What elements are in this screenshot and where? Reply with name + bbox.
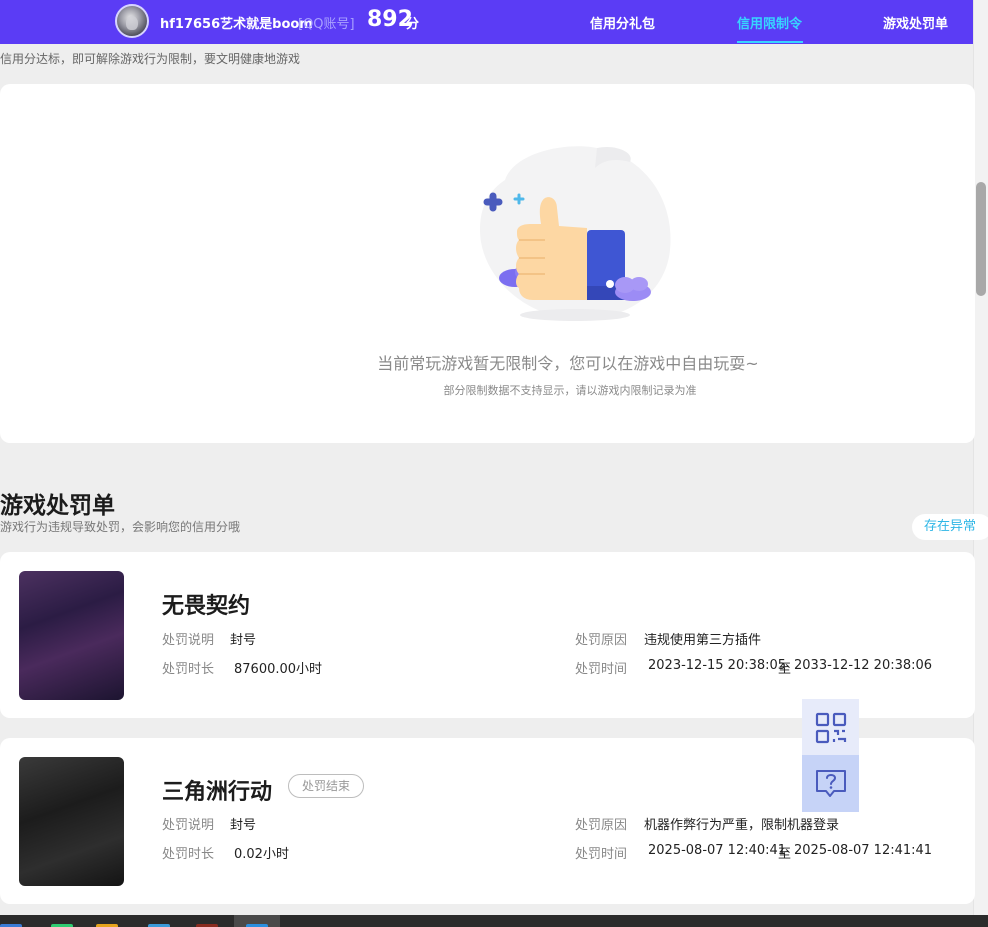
penalty-desc-value: 封号 — [230, 633, 257, 648]
game-cover-image — [19, 571, 124, 700]
penalty-desc-label: 处罚说明 — [162, 633, 215, 648]
nav-game-penalty[interactable]: 游戏处罚单 — [883, 13, 948, 32]
credit-score-unit: 分 — [406, 17, 420, 32]
report-abnormal-button[interactable]: 存在异常 — [912, 514, 988, 540]
penalty-time-start: 2025-08-07 12:40:41 — [648, 843, 787, 858]
empty-state-title: 当前常玩游戏暂无限制令，您可以在游戏中自由玩耍~ — [377, 354, 759, 373]
penalty-reason-value: 违规使用第三方插件 — [644, 633, 762, 648]
help-chat-button[interactable] — [802, 755, 859, 812]
penalty-desc-label: 处罚说明 — [162, 818, 215, 833]
penalty-duration-label: 处罚时长 — [162, 662, 215, 677]
penalty-duration-value: 0.02小时 — [234, 847, 289, 862]
penalty-time-separator: 至 — [778, 662, 792, 677]
penalty-time-label: 处罚时间 — [575, 662, 628, 677]
penalty-status-badge: 处罚结束 — [288, 774, 365, 798]
scrollbar-thumb[interactable] — [976, 182, 986, 296]
qr-code-icon — [815, 712, 846, 743]
penalty-reason-label: 处罚原因 — [575, 818, 628, 833]
penalty-time-end: 2033-12-12 20:38:06 — [794, 658, 933, 673]
game-name: 无畏契约 — [162, 594, 251, 619]
nav-credit-restriction[interactable]: 信用限制令 — [737, 13, 802, 32]
penalty-reason-label: 处罚原因 — [575, 633, 628, 648]
penalty-desc-value: 封号 — [230, 818, 257, 833]
thumbs-up-illustration — [480, 146, 671, 321]
scrollbar-track[interactable] — [973, 0, 988, 915]
penalty-card: 无畏契约 处罚说明 封号 处罚时长 87600.00小时 处罚原因 违规使用第三… — [0, 552, 975, 718]
restriction-hint: 信用分达标，即可解除游戏行为限制，要文明健康地游戏 — [0, 52, 301, 66]
top-bar: hf17656艺术就是boom [QQ账号] 892 分 信用分礼包 信用限制令… — [0, 0, 973, 44]
account-type: [QQ账号] — [298, 17, 355, 32]
help-chat-icon — [815, 769, 846, 797]
qr-code-button[interactable] — [802, 699, 859, 756]
penalty-section-subtitle: 游戏行为违规导致处罚，会影响您的信用分哦 — [0, 520, 241, 534]
nav-credit-gift[interactable]: 信用分礼包 — [590, 13, 655, 32]
penalty-duration-value: 87600.00小时 — [234, 662, 323, 677]
game-cover-image — [19, 757, 124, 886]
game-name: 三角洲行动 — [162, 780, 273, 805]
penalty-time-end: 2025-08-07 12:41:41 — [794, 843, 933, 858]
avatar[interactable] — [115, 4, 149, 38]
penalty-time-label: 处罚时间 — [575, 847, 628, 862]
penalty-time-separator: 至 — [778, 847, 792, 862]
penalty-duration-label: 处罚时长 — [162, 847, 215, 862]
penalty-reason-value: 机器作弊行为严重，限制机器登录 — [644, 818, 840, 833]
penalty-time-start: 2023-12-15 20:38:05 — [648, 658, 787, 673]
username: hf17656艺术就是boom — [160, 17, 313, 32]
penalty-section-title: 游戏处罚单 — [0, 493, 115, 519]
empty-state-subtitle: 部分限制数据不支持显示，请以游戏内限制记录为准 — [443, 384, 697, 397]
active-tab-indicator — [737, 41, 803, 43]
